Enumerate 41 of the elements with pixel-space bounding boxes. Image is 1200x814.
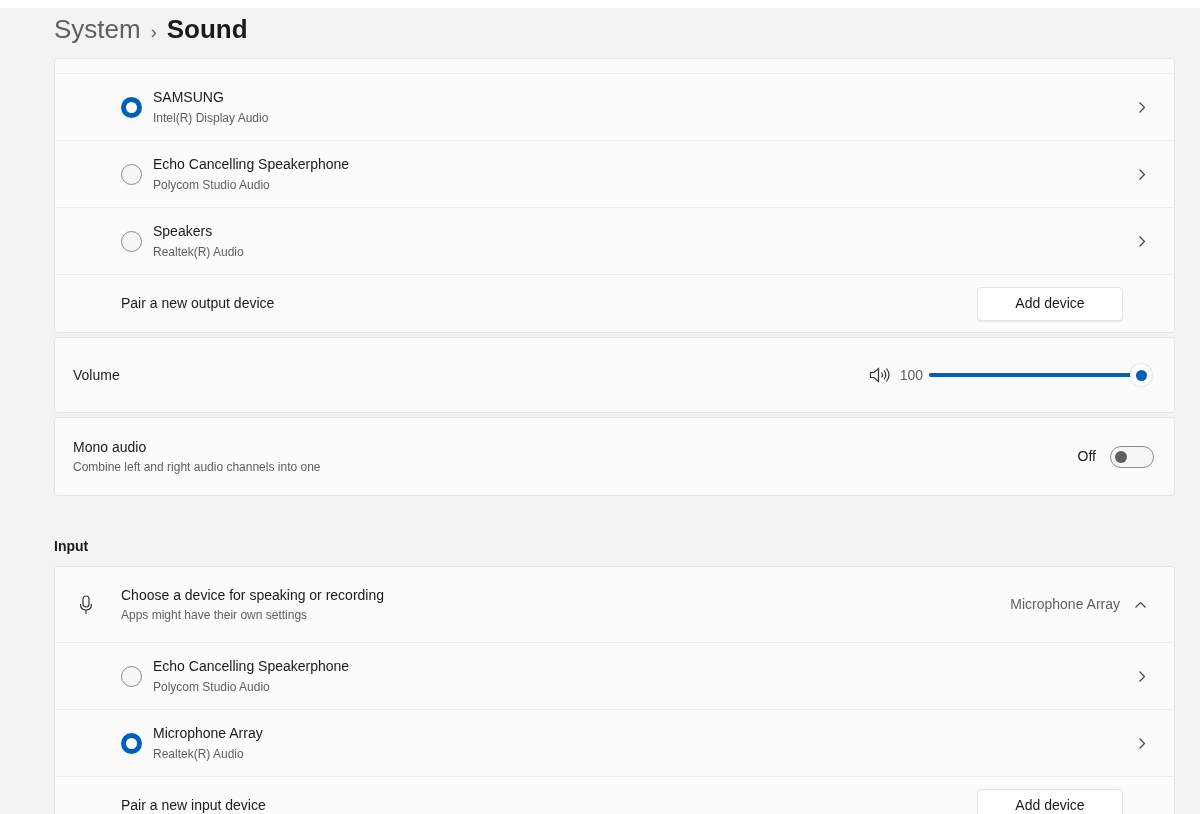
device-name: Echo Cancelling Speakerphone xyxy=(153,656,350,676)
radio-button[interactable] xyxy=(121,163,142,185)
radio-button[interactable] xyxy=(121,230,142,252)
device-driver: Polycom Studio Audio xyxy=(153,176,271,194)
section-heading: Input xyxy=(54,537,90,556)
toggle-switch[interactable] xyxy=(1110,445,1154,468)
volume-reading: 100 xyxy=(899,365,923,385)
radio-button[interactable] xyxy=(121,96,142,118)
chevron-right-icon xyxy=(1138,234,1146,248)
volume-slider[interactable] xyxy=(929,363,1154,387)
device-driver: Realtek(R) Audio xyxy=(153,243,244,261)
device-driver: Intel(R) Display Audio xyxy=(153,109,269,127)
page-title: Sound xyxy=(166,13,248,46)
mono-audio-title: Mono audio xyxy=(73,438,148,457)
volume-label: Volume xyxy=(73,365,120,385)
chevron-right-icon xyxy=(1138,669,1146,683)
pair-device-label: Pair a new output device xyxy=(121,294,275,313)
device-name: Microphone Array xyxy=(153,723,263,743)
chevron-right-icon xyxy=(1138,736,1146,750)
chevron-right-icon xyxy=(1138,167,1146,181)
speaker-icon xyxy=(868,367,891,383)
current-input-device: Microphone Array xyxy=(1010,595,1120,614)
device-name: Speakers xyxy=(153,221,214,241)
device-name: SAMSUNG xyxy=(153,87,225,107)
radio-button[interactable] xyxy=(121,732,142,754)
add-device-button[interactable]: Add device xyxy=(977,286,1123,321)
chevron-right-icon xyxy=(1138,100,1146,114)
device-driver: Realtek(R) Audio xyxy=(153,745,245,763)
input-description: Apps might have their own settings xyxy=(121,607,309,624)
device-name: Echo Cancelling Speakerphone xyxy=(153,154,350,174)
radio-button[interactable] xyxy=(121,665,142,687)
device-driver: Polycom Studio Audio xyxy=(153,678,271,696)
add-device-button[interactable]: Add device xyxy=(977,788,1123,814)
breadcrumb-separator: › xyxy=(150,21,157,44)
toggle-state-label: Off xyxy=(1077,447,1096,466)
breadcrumb-parent[interactable]: System xyxy=(54,10,141,49)
mono-audio-description: Combine left and right audio channels into one xyxy=(73,459,321,476)
input-title: Choose a device for speaking or recording xyxy=(121,586,385,605)
microphone-icon xyxy=(79,594,93,615)
pair-device-label: Pair a new input device xyxy=(121,796,266,814)
input-device-header[interactable]: Choose a device for speaking or recording Apps might have their own settings Microphone Array xyxy=(55,567,1174,643)
